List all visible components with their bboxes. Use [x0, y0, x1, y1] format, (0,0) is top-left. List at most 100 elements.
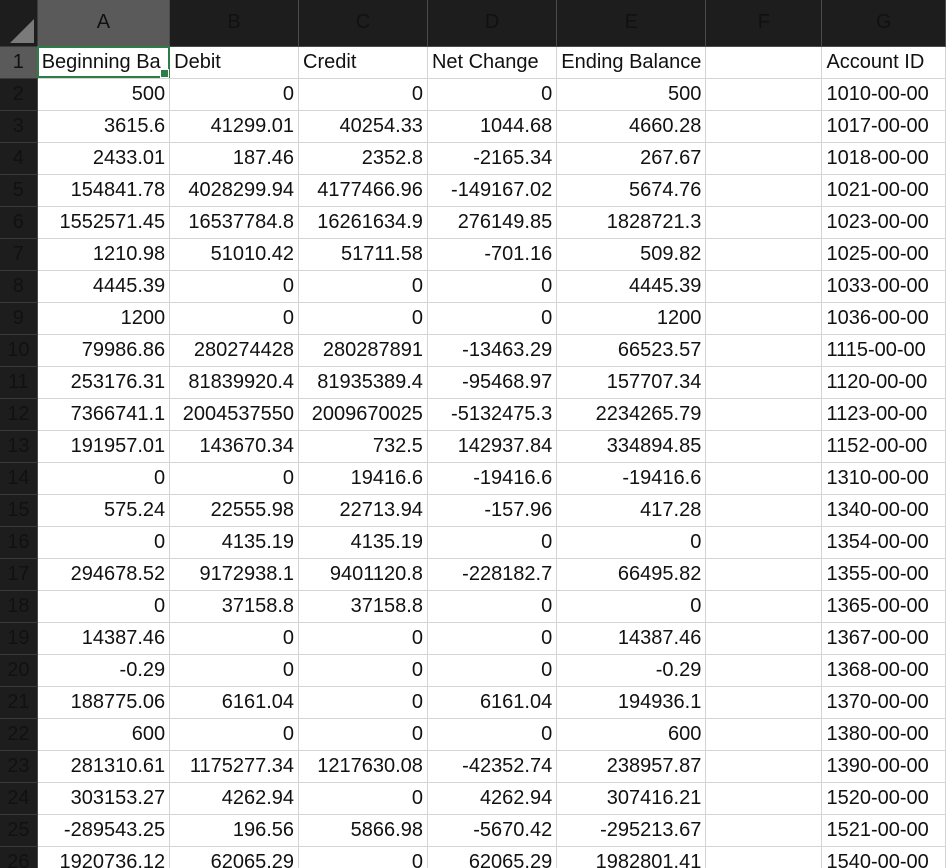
cell-c8[interactable]: 0	[298, 270, 428, 303]
cell-a19[interactable]: 14387.46	[37, 622, 171, 655]
cell-g2[interactable]: 1010-00-00	[821, 78, 946, 111]
cell-g20[interactable]: 1368-00-00	[821, 654, 946, 687]
cell-e23[interactable]: 238957.87	[556, 750, 707, 783]
cell-g15[interactable]: 1340-00-00	[821, 494, 946, 527]
row-header-5[interactable]: 5	[0, 174, 38, 207]
cell-b16[interactable]: 4135.19	[169, 526, 300, 559]
cell-f4[interactable]	[705, 142, 823, 175]
cell-a20[interactable]: -0.29	[37, 654, 171, 687]
cell-d19[interactable]: 0	[427, 622, 558, 655]
cell-c2[interactable]: 0	[298, 78, 428, 111]
column-header-d[interactable]: D	[427, 0, 558, 47]
cell-e11[interactable]: 157707.34	[556, 366, 707, 399]
cell-b25[interactable]: 196.56	[169, 814, 300, 847]
cell-d14[interactable]: -19416.6	[427, 462, 558, 495]
cell-f19[interactable]	[705, 622, 823, 655]
cell-f8[interactable]	[705, 270, 823, 303]
cell-d16[interactable]: 0	[427, 526, 558, 559]
cell-c11[interactable]: 81935389.4	[298, 366, 428, 399]
row-header-22[interactable]: 22	[0, 718, 38, 751]
cell-e9[interactable]: 1200	[556, 302, 707, 335]
cell-f6[interactable]	[705, 206, 823, 239]
cell-f23[interactable]	[705, 750, 823, 783]
row-header-17[interactable]: 17	[0, 558, 38, 591]
column-header-a[interactable]: A	[37, 0, 171, 47]
cell-a6[interactable]: 1552571.45	[37, 206, 171, 239]
cell-d8[interactable]: 0	[427, 270, 558, 303]
row-header-16[interactable]: 16	[0, 526, 38, 559]
cell-e16[interactable]: 0	[556, 526, 707, 559]
cell-d9[interactable]: 0	[427, 302, 558, 335]
cell-c24[interactable]: 0	[298, 782, 428, 815]
cell-f20[interactable]	[705, 654, 823, 687]
cell-c5[interactable]: 4177466.96	[298, 174, 428, 207]
row-header-6[interactable]: 6	[0, 206, 38, 239]
cell-d1[interactable]: Net Change	[427, 46, 558, 79]
cell-c3[interactable]: 40254.33	[298, 110, 428, 143]
cell-b5[interactable]: 4028299.94	[169, 174, 300, 207]
cell-c18[interactable]: 37158.8	[298, 590, 428, 623]
row-header-11[interactable]: 11	[0, 366, 38, 399]
column-header-g[interactable]: G	[821, 0, 946, 47]
fill-handle[interactable]	[160, 68, 169, 77]
row-header-23[interactable]: 23	[0, 750, 38, 783]
cell-c13[interactable]: 732.5	[298, 430, 428, 463]
cell-b22[interactable]: 0	[169, 718, 300, 751]
cell-b8[interactable]: 0	[169, 270, 300, 303]
column-header-c[interactable]: C	[298, 0, 428, 47]
cell-b7[interactable]: 51010.42	[169, 238, 300, 271]
cell-d25[interactable]: -5670.42	[427, 814, 558, 847]
cell-f16[interactable]	[705, 526, 823, 559]
cell-d15[interactable]: -157.96	[427, 494, 558, 527]
cell-d18[interactable]: 0	[427, 590, 558, 623]
cell-d3[interactable]: 1044.68	[427, 110, 558, 143]
cell-b9[interactable]: 0	[169, 302, 300, 335]
cell-a4[interactable]: 2433.01	[37, 142, 171, 175]
cell-f21[interactable]	[705, 686, 823, 719]
row-header-20[interactable]: 20	[0, 654, 38, 687]
cell-c4[interactable]: 2352.8	[298, 142, 428, 175]
cell-a13[interactable]: 191957.01	[37, 430, 171, 463]
cell-f1[interactable]	[705, 46, 823, 79]
cell-g5[interactable]: 1021-00-00	[821, 174, 946, 207]
cell-g24[interactable]: 1520-00-00	[821, 782, 946, 815]
cell-e24[interactable]: 307416.21	[556, 782, 707, 815]
cell-e18[interactable]: 0	[556, 590, 707, 623]
row-header-15[interactable]: 15	[0, 494, 38, 527]
cell-f7[interactable]	[705, 238, 823, 271]
cell-c12[interactable]: 2009670025	[298, 398, 428, 431]
cell-f18[interactable]	[705, 590, 823, 623]
cell-d5[interactable]: -149167.02	[427, 174, 558, 207]
cell-e3[interactable]: 4660.28	[556, 110, 707, 143]
cell-c15[interactable]: 22713.94	[298, 494, 428, 527]
cell-a18[interactable]: 0	[37, 590, 171, 623]
cell-f10[interactable]	[705, 334, 823, 367]
cell-d21[interactable]: 6161.04	[427, 686, 558, 719]
cell-d23[interactable]: -42352.74	[427, 750, 558, 783]
row-header-14[interactable]: 14	[0, 462, 38, 495]
cell-f2[interactable]	[705, 78, 823, 111]
cell-b20[interactable]: 0	[169, 654, 300, 687]
cell-e8[interactable]: 4445.39	[556, 270, 707, 303]
row-header-1[interactable]: 1	[0, 46, 38, 79]
cell-f22[interactable]	[705, 718, 823, 751]
row-header-8[interactable]: 8	[0, 270, 38, 303]
row-header-4[interactable]: 4	[0, 142, 38, 175]
cell-d20[interactable]: 0	[427, 654, 558, 687]
cell-d6[interactable]: 276149.85	[427, 206, 558, 239]
cell-g10[interactable]: 1115-00-00	[821, 334, 946, 367]
cell-e2[interactable]: 500	[556, 78, 707, 111]
cell-table[interactable]: ABCDEFG 1 Beginning Ba Debit Credit Net Cha…	[0, 0, 946, 868]
cell-d17[interactable]: -228182.7	[427, 558, 558, 591]
row-header-19[interactable]: 19	[0, 622, 38, 655]
cell-d10[interactable]: -13463.29	[427, 334, 558, 367]
cell-c17[interactable]: 9401120.8	[298, 558, 428, 591]
cell-f12[interactable]	[705, 398, 823, 431]
cell-b24[interactable]: 4262.94	[169, 782, 300, 815]
cell-d13[interactable]: 142937.84	[427, 430, 558, 463]
cell-b23[interactable]: 1175277.34	[169, 750, 300, 783]
cell-a15[interactable]: 575.24	[37, 494, 171, 527]
cell-f9[interactable]	[705, 302, 823, 335]
cell-c23[interactable]: 1217630.08	[298, 750, 428, 783]
cell-e10[interactable]: 66523.57	[556, 334, 707, 367]
